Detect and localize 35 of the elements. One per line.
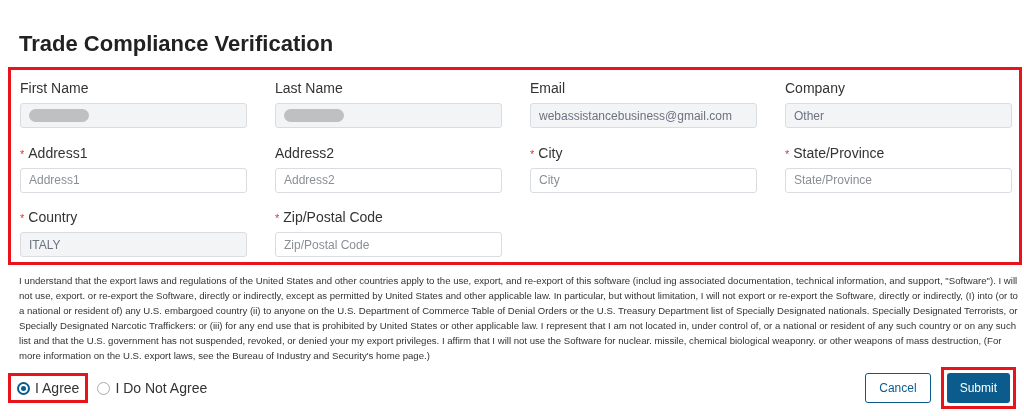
field-label: Zip/Postal Code xyxy=(283,208,383,228)
radio-option[interactable]: I Agree xyxy=(8,373,89,403)
radio-button[interactable] xyxy=(17,381,30,395)
field-label: Email xyxy=(530,79,565,98)
field-label: State/Province xyxy=(793,143,885,163)
required-mark: * xyxy=(785,146,790,162)
agreement-text: I understand that the export laws and regulations of the United States and other countries apply to the use, export, and re-export of this software (includ ing associated documentation, technical information, and support, "Software"). I will not use, export. or re-export the Software, directly or indirectly, except as permitted by United States and other applicable law. In particular, but without limitation, I will not export or re-export the Software, directly or indirectly, (I) into (or to a national or resident of) any U.S. embargoed country (ii) to anyone on the U.S. Department of Commerce Table of Denial Orders or the U.S. Treasury Department list of Specially Designated nationals. Specially Designated Terrorists, or Specially Designated Narcotic Traffickers: or (iii) for any end use that is prohibited by United States or other applicable law. I represent that I am not located in, under control of, or a national or resident of any such country or on any such list and that the U.S. government has not suspended, revoked, or denied your my export privileges. I affirm that I will not use the Software for nuclear. missile, chemical biological weaponry. or other weapons of mass destruction, (For more information on the U.S. export laws, see the Bureau of Industry and Security's home page.) xyxy=(19,274,1019,363)
field-value: ITALY xyxy=(29,236,61,254)
required-mark: * xyxy=(20,146,25,162)
field-value: webassistancebusiness@gmail.com xyxy=(539,107,732,125)
field-label: Last Name xyxy=(275,79,343,98)
submit-button[interactable]: Submit xyxy=(946,373,1010,403)
required-mark: * xyxy=(20,211,25,227)
field-placeholder: Address1 xyxy=(29,172,80,190)
field-label: Company xyxy=(785,79,845,98)
text-field[interactable]: Address2 xyxy=(275,167,502,193)
field-placeholder: Address2 xyxy=(284,172,335,190)
required-mark: * xyxy=(275,211,280,227)
text-field[interactable]: State/Province xyxy=(785,167,1012,193)
field-placeholder: State/Province xyxy=(794,172,873,190)
field-label: Country xyxy=(28,208,78,228)
text-field[interactable]: Zip/Postal Code xyxy=(275,232,502,258)
page-title: Trade Compliance Verification xyxy=(19,30,334,58)
field-value: Other xyxy=(794,107,824,125)
required-mark: * xyxy=(530,146,535,162)
text-field[interactable]: Address1 xyxy=(20,167,247,193)
text-field[interactable]: City xyxy=(530,167,757,193)
field-label: Address2 xyxy=(275,143,335,163)
field-label: City xyxy=(538,143,563,163)
radio-option[interactable]: I Do Not Agree xyxy=(88,373,217,403)
field-placeholder: City xyxy=(539,172,560,190)
field-placeholder: Zip/Postal Code xyxy=(284,236,370,254)
field-label: Address1 xyxy=(28,143,88,163)
cancel-button[interactable]: Cancel xyxy=(865,373,931,403)
field-label: First Name xyxy=(20,79,89,98)
